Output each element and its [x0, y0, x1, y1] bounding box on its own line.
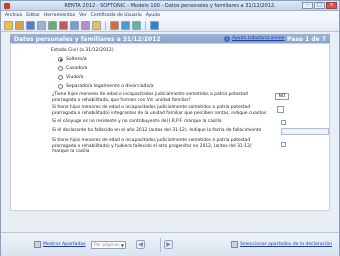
menu-bar: Archivo Editar Herramientas Ver Certific… [1, 11, 339, 19]
step-indicator: Paso 1 de 7 [287, 35, 326, 43]
minimize-button[interactable]: – [302, 2, 313, 9]
menu-herramientas[interactable]: Herramientas [44, 13, 75, 18]
send-icon[interactable] [121, 20, 130, 30]
question-children-income: Si tiene hijos menores de edad o incapac… [52, 105, 267, 116]
radio-dot[interactable] [58, 84, 63, 89]
radio-separado[interactable]: Separado/a legalmente o divorciado/a [58, 84, 154, 89]
radio-label: Viudo/a [66, 75, 84, 80]
radio-dot[interactable] [58, 66, 63, 71]
menu-ayuda[interactable]: Ayuda [146, 13, 160, 18]
app-window: RENTA 2012 - SOFTONIC - Modelo 100 - Dat… [0, 0, 340, 256]
spouse-nonresident-checkbox[interactable] [281, 120, 286, 125]
question-children: ¿Tiene hijos menores de edad o incapacit… [52, 92, 248, 103]
print-icon[interactable] [37, 20, 46, 30]
nav-separator [160, 238, 161, 252]
other-parent-deceased-checkbox[interactable] [281, 142, 286, 147]
window-controls: – □ × [302, 2, 337, 10]
save-icon[interactable] [26, 20, 35, 30]
form-panel: Estado Civil (a 31/12/2012) Soltero/a Ca… [10, 43, 330, 211]
maximize-button[interactable]: □ [314, 2, 325, 9]
children-income-count-field[interactable] [277, 106, 284, 113]
menu-archivo[interactable]: Archivo [5, 13, 22, 18]
radio-label: Soltero/a [66, 57, 87, 62]
close-button[interactable]: × [326, 2, 337, 9]
open-icon[interactable] [15, 20, 24, 30]
folder-icon[interactable] [92, 20, 101, 30]
export-icon[interactable] [48, 20, 57, 30]
radio-dot[interactable] [58, 75, 63, 80]
sections-list-icon[interactable] [34, 241, 41, 248]
death-date-field[interactable] [281, 128, 329, 135]
menu-ver[interactable]: Ver [79, 13, 87, 18]
select-sections-link[interactable]: Seleccionar apartados de la declaración [240, 242, 332, 247]
copy-icon[interactable] [70, 20, 79, 30]
civil-status-label: Estado Civil (a 31/12/2012) [51, 48, 114, 53]
window-title: RENTA 2012 - SOFTONIC - Modelo 100 - Dat… [64, 3, 276, 9]
previous-page-button[interactable]: ◀ [136, 240, 145, 249]
bottom-bar: Mostrar Apartados Por páginas ▼ ◀ ▶ Sele… [1, 232, 339, 256]
show-sections-link[interactable]: Mostrar Apartados [43, 242, 86, 247]
toolbar [1, 19, 339, 32]
toolbar-separator [105, 20, 106, 30]
question-other-parent-deceased: Si tiene hijos menores de edad o incapac… [52, 138, 252, 155]
section-title: Datos personales y familiares a 31/12/20… [14, 35, 161, 43]
children-answer-field[interactable]: NO [275, 93, 289, 100]
help-link[interactable]: Ayuda tributaria online [232, 36, 285, 41]
radio-casado[interactable]: Casado/a [58, 66, 87, 71]
chevron-down-icon: ▼ [120, 243, 124, 248]
select-sections-icon[interactable] [231, 241, 238, 248]
next-page-button[interactable]: ▶ [164, 240, 173, 249]
question-declarant-deceased: Si el declarante ha fallecido en el año … [52, 128, 262, 133]
view-mode-select[interactable]: Por páginas ▼ [91, 241, 126, 249]
delete-icon[interactable] [59, 20, 68, 30]
radio-viudo[interactable]: Viudo/a [58, 75, 83, 80]
radio-soltero[interactable]: Soltero/a [58, 57, 87, 62]
help-icon[interactable] [150, 20, 159, 30]
radio-dot[interactable] [58, 57, 63, 62]
calculator-icon[interactable] [81, 20, 90, 30]
help-circle-icon[interactable]: i [224, 35, 230, 42]
title-bar: RENTA 2012 - SOFTONIC - Modelo 100 - Dat… [1, 1, 339, 11]
check-icon[interactable] [132, 20, 141, 30]
view-mode-value: Por páginas [94, 243, 120, 248]
menu-editar[interactable]: Editar [26, 13, 40, 18]
report-icon[interactable] [110, 20, 119, 30]
section-header: Datos personales y familiares a 31/12/20… [10, 34, 330, 43]
question-spouse-nonresident: Si el cónyuge es no residente y no contr… [52, 119, 222, 124]
radio-label: Casado/a [66, 66, 88, 71]
toolbar-separator-2 [145, 20, 146, 30]
menu-certificado[interactable]: Certificado de Usuario [91, 13, 142, 18]
new-icon[interactable] [4, 20, 13, 30]
radio-label: Separado/a legalmente o divorciado/a [66, 84, 154, 89]
